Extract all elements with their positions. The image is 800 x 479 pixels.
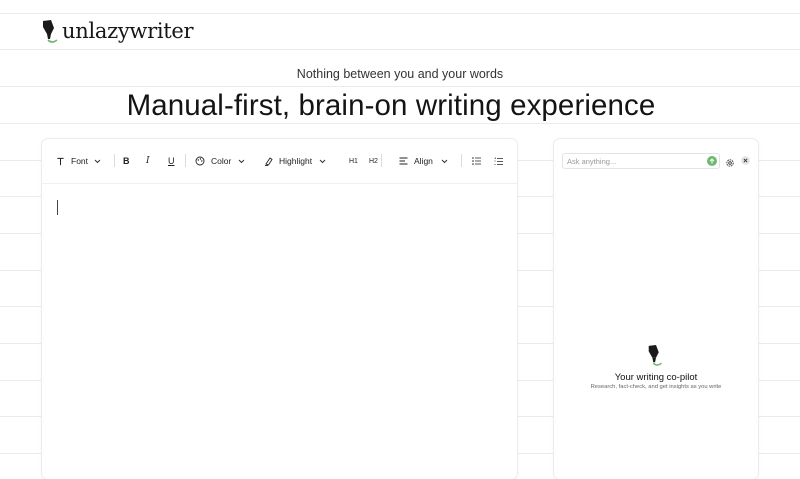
color-dropdown[interactable]: Color [195,154,245,168]
chevron-down-icon [238,159,245,163]
ask-box [562,153,720,169]
editor-toolbar: Font B I U Color Highlight H1 H2 Align [42,139,517,184]
heading-2-button[interactable]: H2 [369,154,378,168]
copilot-subtitle: Research, fact-check, and get insights a… [590,384,722,390]
toolbar-divider [381,154,382,167]
align-left-icon [399,157,408,165]
numbered-list-button[interactable] [494,154,503,168]
copilot-panel: Your writing co-pilot Research, fact-che… [554,139,758,479]
align-dropdown[interactable]: Align [399,154,448,168]
arrow-up-icon [709,158,715,164]
settings-button[interactable] [725,155,735,173]
font-label: Font [71,156,89,166]
heading-1-button[interactable]: H1 [349,154,358,168]
brand-logo[interactable]: unlazywriter [40,18,194,44]
tagline: Nothing between you and your words [296,67,504,81]
chevron-down-icon [441,159,448,163]
text-type-icon [57,157,64,165]
gear-icon [726,159,734,167]
bullet-list-icon [472,157,481,165]
toolbar-divider [114,154,115,167]
bold-button[interactable]: B [123,154,130,168]
close-button[interactable] [741,156,750,165]
font-dropdown[interactable]: Font [56,154,101,168]
highlighter-icon [265,157,273,166]
chevron-down-icon [94,159,101,163]
numbered-list-icon [494,157,503,165]
highlight-dropdown[interactable]: Highlight [264,154,326,168]
align-label: Align [414,156,433,166]
send-button[interactable] [707,156,717,166]
chevron-down-icon [319,159,326,163]
brand-name: unlazywriter [62,19,194,43]
copilot-title: Your writing co-pilot [614,372,698,383]
pen-nib-icon [43,20,58,43]
text-cursor [57,200,58,215]
ask-input[interactable] [563,154,707,168]
underline-button[interactable]: U [168,154,175,168]
color-label: Color [211,156,232,166]
palette-icon [195,156,205,166]
pen-nib-icon [648,345,662,366]
editor-content-area[interactable] [42,184,517,479]
toolbar-divider [185,154,186,167]
close-icon [743,158,748,163]
bullet-list-button[interactable] [472,154,481,168]
editor-panel: Font B I U Color Highlight H1 H2 Align [42,139,517,479]
italic-button[interactable]: I [146,154,150,168]
toolbar-divider [461,154,462,167]
page-headline: Manual-first, brain-on writing experienc… [126,89,656,122]
highlight-label: Highlight [279,156,313,166]
